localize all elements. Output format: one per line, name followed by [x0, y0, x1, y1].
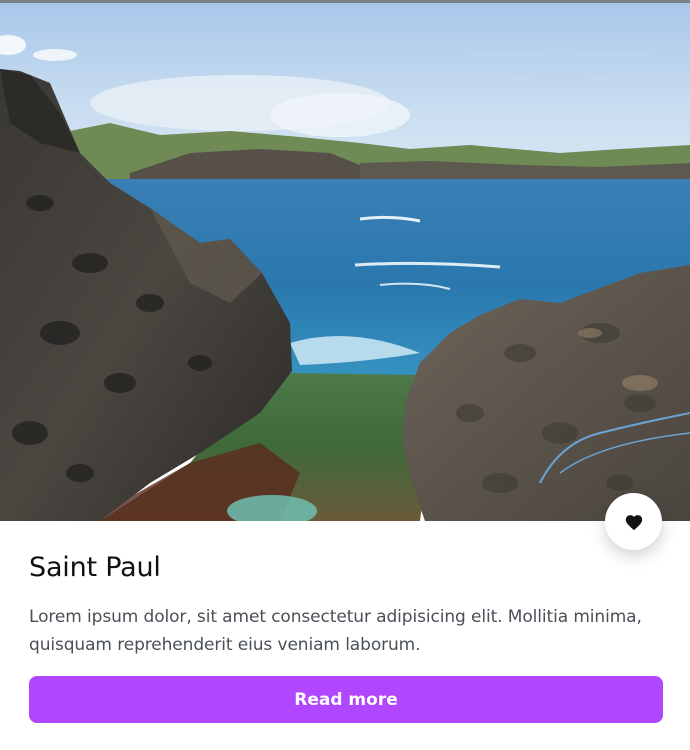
- card-description: Lorem ipsum dolor, sit amet consectetur …: [29, 607, 642, 655]
- read-more-button[interactable]: Read more: [29, 676, 663, 723]
- coast-photo-illustration: [0, 3, 690, 521]
- place-photo: [0, 3, 690, 521]
- card-title: Saint Paul: [29, 552, 161, 583]
- favorite-button[interactable]: [605, 493, 662, 550]
- card-body: Saint Paul Lorem ipsum dolor, sit amet c…: [29, 551, 663, 659]
- place-card: Saint Paul Lorem ipsum dolor, sit amet c…: [0, 0, 690, 750]
- heart-icon: [625, 514, 642, 530]
